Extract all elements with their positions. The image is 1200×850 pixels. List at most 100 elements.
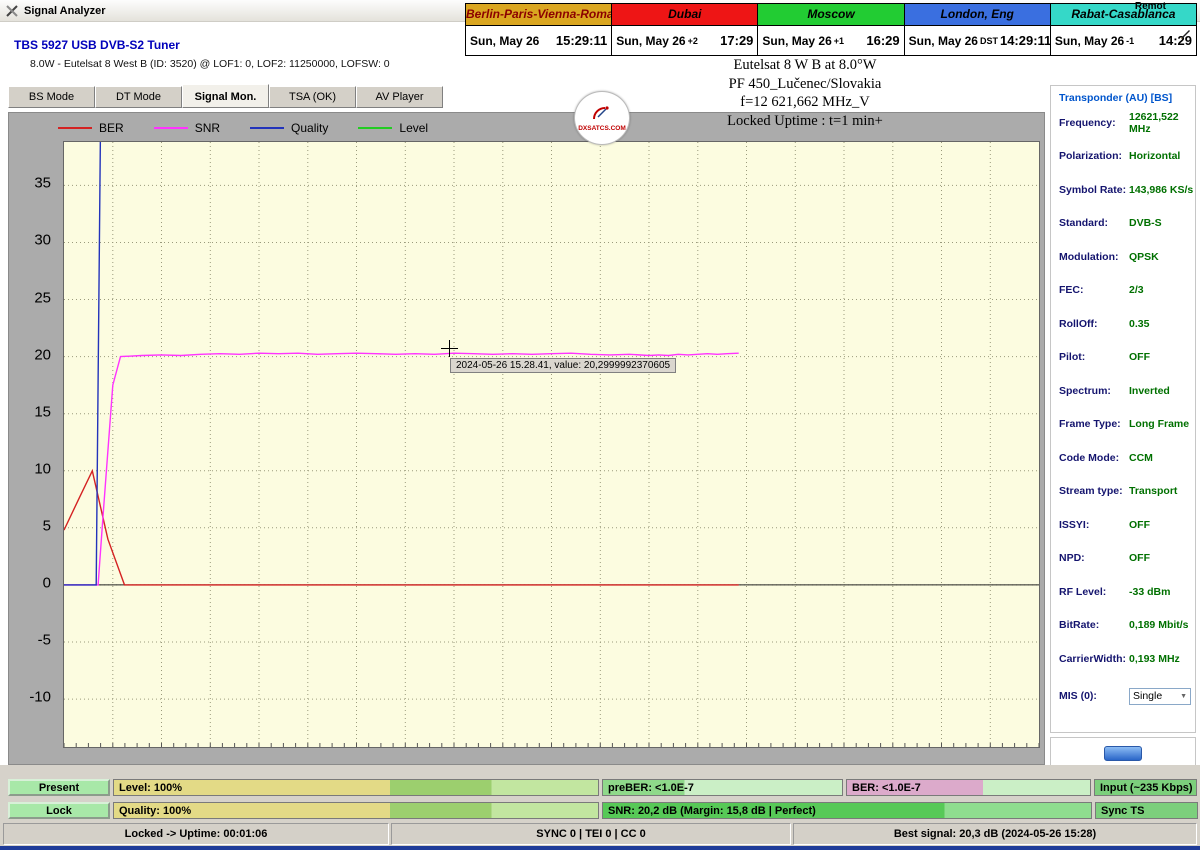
app-icon: [5, 4, 19, 18]
transponder-row: Frequency: 12621,522 MHz: [1051, 106, 1195, 140]
clock-city: Moscow: [758, 4, 904, 25]
transponder-row: Code Mode: CCM: [1051, 441, 1195, 475]
status-cell[interactable]: Sync TS: [1095, 802, 1198, 819]
clock-date: Sun, May 26: [762, 33, 832, 48]
logo-text: DXSATCS.COM: [578, 125, 626, 132]
mis-label: MIS (0):: [1059, 690, 1097, 702]
transponder-row: RollOff: 0.35: [1051, 307, 1195, 341]
clock: Rabat-Casablanca Sun, May 26 -1 14:29: [1049, 4, 1197, 55]
y-tick-label: 25: [34, 289, 51, 307]
tab-label: DT Mode: [115, 91, 162, 103]
status-cell[interactable]: preBER: <1.0E-7: [602, 779, 843, 796]
transponder-value: Transport: [1129, 485, 1178, 498]
status-cell[interactable]: Present: [8, 779, 110, 796]
mis-value: Single: [1133, 690, 1163, 702]
transponder-row: BitRate: 0,189 Mbit/s: [1051, 609, 1195, 643]
transponder-value: QPSK: [1129, 250, 1159, 263]
transponder-value: OFF: [1129, 518, 1150, 531]
transponder-row: Symbol Rate: 143,986 KS/s: [1051, 173, 1195, 207]
tab[interactable]: DT Mode: [95, 86, 182, 108]
legend-item: BER: [58, 121, 124, 135]
legend-swatch: [58, 127, 92, 129]
tab[interactable]: AV Player: [356, 86, 443, 108]
window-title: Signal Analyzer: [24, 4, 106, 17]
clock: Dubai Sun, May 26 +2 17:29: [611, 4, 758, 55]
clock-utc-offset: +2: [687, 35, 698, 46]
overlay-frequency: f=12 621,662 MHz_V: [740, 94, 870, 110]
tuner-detail: 8.0W - Eutelsat 8 West B (ID: 3520) @ LO…: [30, 58, 390, 70]
clock-time: Sun, May 26 +1 16:29: [758, 26, 904, 55]
y-axis-labels: 35 30 25 20 15 10 5 0 -5 -10: [9, 141, 59, 746]
clock-hms: 17:29: [720, 33, 754, 48]
status-cell[interactable]: Input (~235 Kbps): [1094, 779, 1197, 796]
y-tick-label: 10: [34, 460, 51, 478]
legend-label: Level: [399, 121, 429, 135]
status-cell-label: preBER: <1.0E-7: [608, 781, 694, 794]
tab[interactable]: Signal Mon.: [182, 84, 269, 108]
legend-item: SNR: [153, 121, 221, 135]
transponder-row: NPD: OFF: [1051, 542, 1195, 576]
status-cell[interactable]: SNR: 20,2 dB (Margin: 15,8 dB | Perfect): [602, 802, 1092, 819]
status-bar: Locked -> Uptime: 00:01:06 SYNC 0 | TEI …: [3, 823, 1197, 845]
transponder-label: Spectrum:: [1059, 384, 1111, 397]
clock-city: Rabat-Casablanca: [1050, 4, 1197, 25]
y-tick-label: 20: [34, 346, 51, 364]
clock-date: Sun, May 26: [908, 33, 978, 48]
bottom-strip: [0, 846, 1200, 850]
clock-time: Sun, May 26 +2 17:29: [612, 26, 758, 55]
transponder-row: Frame Type: Long Frame: [1051, 408, 1195, 442]
transponder-value: CCM: [1129, 451, 1153, 464]
transponder-row: CarrierWidth: 0,193 MHz: [1051, 642, 1195, 676]
tab-label: TSA (OK): [288, 91, 337, 103]
clock-hms: 14:29:11: [999, 33, 1052, 48]
transponder-value: DVB-S: [1129, 217, 1162, 230]
transponder-label: CarrierWidth:: [1059, 652, 1126, 665]
transponder-row: Standard: DVB-S: [1051, 207, 1195, 241]
clock-hms: 15:29:11: [555, 33, 608, 48]
status-cell[interactable]: Lock: [8, 802, 110, 819]
tab[interactable]: TSA (OK): [269, 86, 356, 108]
mis-select[interactable]: Single ▼: [1129, 687, 1191, 705]
legend-swatch: [153, 127, 188, 129]
signal-lines: [64, 142, 1039, 747]
overlay-site: PF 450_Lučenec/Slovakia: [728, 75, 882, 92]
transponder-row: Polarization: Horizontal: [1051, 140, 1195, 174]
clock-utc-offset: DST: [979, 35, 998, 46]
transponder-value: 12621,522 MHz: [1129, 110, 1179, 135]
status-cell[interactable]: Quality: 100%: [113, 802, 599, 819]
clock-time: Sun, May 26 -1 14:29: [1050, 26, 1197, 55]
tab[interactable]: BS Mode: [8, 86, 95, 108]
status-cell[interactable]: BER: <1.0E-7: [846, 779, 1091, 796]
transponder-label: RF Level:: [1059, 585, 1107, 598]
transponder-label: Polarization:: [1059, 150, 1123, 163]
signal-plot[interactable]: 2024-05-26 15.28.41, value: 20,299999237…: [63, 141, 1040, 748]
legend-label: SNR: [194, 121, 221, 135]
statusbar-best-signal: Best signal: 20,3 dB (2024-05-26 15:28): [793, 823, 1197, 845]
chart-tooltip: 2024-05-26 15.28.41, value: 20,299999237…: [450, 358, 677, 373]
transponder-label: NPD:: [1059, 552, 1085, 565]
y-tick-label: 35: [34, 175, 51, 193]
status-cell[interactable]: Level: 100%: [113, 779, 599, 796]
transponder-value: OFF: [1129, 552, 1150, 565]
clock-city: Dubai: [612, 4, 758, 25]
status-cell-label: Level: 100%: [119, 781, 182, 794]
mini-blue-button[interactable]: [1104, 746, 1142, 761]
transponder-row: Modulation: QPSK: [1051, 240, 1195, 274]
transponder-value: 143,986 KS/s: [1129, 183, 1194, 196]
overlay-uptime: Locked Uptime : t=1 min+: [727, 112, 883, 129]
transponder-row: Stream type: Transport: [1051, 475, 1195, 509]
status-cell-label: Quality: 100%: [119, 804, 192, 817]
partial-window-text: Remot: [1134, 1, 1166, 12]
clock: Berlin-Paris-Vienna-Roma Sun, May 26 15:…: [466, 4, 612, 55]
status-row-1: Present Level: 100% preBER: <1.0E-7 BER:…: [8, 779, 1197, 796]
tab-label: BS Mode: [28, 91, 75, 103]
clock: London, Eng Sun, May 26 DST 14:29:11: [903, 4, 1052, 55]
clock-utc-offset: +1: [833, 35, 845, 46]
chart-legend: BER SNR Quality Level: [58, 119, 428, 137]
transponder-value: Long Frame: [1129, 418, 1190, 431]
legend-item: Quality: [250, 121, 328, 135]
legend-label: Quality: [291, 121, 329, 135]
transponder-label: Standard:: [1059, 217, 1109, 230]
transponder-label: Frequency:: [1059, 116, 1116, 129]
tuner-name: TBS 5927 USB DVB-S2 Tuner: [14, 38, 180, 52]
